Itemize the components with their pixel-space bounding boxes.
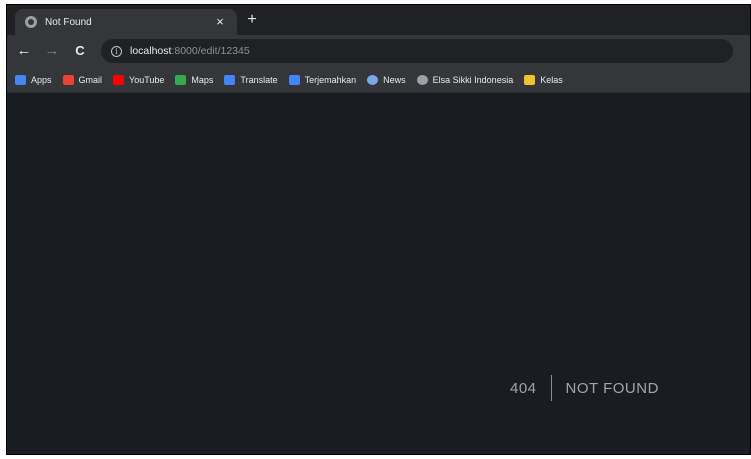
elsa-icon [416, 74, 428, 85]
youtube-icon [113, 74, 125, 85]
tab-strip: Not Found × + [7, 5, 750, 35]
toolbar: ← → C i localhost :8000/edit/12345 [7, 35, 750, 67]
url-path: :8000/edit/12345 [171, 45, 250, 57]
tab-title: Not Found [45, 16, 92, 28]
url-host: localhost [130, 45, 172, 57]
classroom-icon [524, 74, 536, 85]
bookmark-label: Maps [191, 74, 214, 85]
gmail-icon [62, 74, 74, 85]
bookmark-item[interactable]: Kelas [524, 74, 563, 85]
page-content: 404 NOT FOUND [7, 94, 750, 454]
maps-icon [175, 74, 187, 85]
bookmark-item[interactable]: YouTube [113, 74, 165, 85]
bookmark-label: News [383, 74, 406, 85]
status-code: 404 [510, 379, 537, 397]
bookmark-label: Gmail [78, 74, 103, 85]
not-found-message: 404 NOT FOUND [510, 375, 659, 401]
close-icon[interactable]: × [213, 15, 227, 29]
apps-grid-icon [15, 74, 26, 85]
bookmark-label: Kelas [540, 74, 563, 85]
globe-icon [25, 16, 37, 28]
news-icon [367, 74, 379, 85]
bookmark-item[interactable]: Terjemahkan [288, 74, 357, 85]
bookmark-item[interactable]: Maps [175, 74, 214, 85]
translate-icon [224, 74, 236, 85]
status-message: NOT FOUND [565, 379, 659, 397]
browser-window: Not Found × + ← → C i localhost :8000/ed… [6, 4, 751, 455]
bookmark-label: Apps [31, 74, 52, 85]
bookmark-label: Elsa Sikki Indonesia [432, 74, 514, 85]
reload-button[interactable]: C [69, 40, 91, 62]
bookmark-label: Terjemahkan [304, 74, 357, 85]
bookmarks-bar: Apps Gmail YouTube Maps Translate Terjemahkan… [7, 67, 750, 93]
back-button[interactable]: ← [13, 40, 35, 62]
divider [550, 375, 552, 401]
address-bar[interactable]: i localhost :8000/edit/12345 [101, 39, 733, 63]
bookmark-item[interactable]: Elsa Sikki Indonesia [416, 74, 514, 85]
browser-tab[interactable]: Not Found × [15, 9, 237, 35]
bookmark-label: Translate [240, 74, 278, 85]
bookmark-item[interactable]: Translate [224, 74, 278, 85]
new-tab-button[interactable]: + [243, 12, 261, 28]
forward-button[interactable]: → [41, 40, 63, 62]
info-icon[interactable]: i [111, 45, 122, 57]
bookmark-item[interactable]: Gmail [62, 74, 103, 85]
bookmark-item[interactable]: Apps [15, 74, 52, 85]
translate-icon [288, 74, 300, 85]
bookmark-item[interactable]: News [367, 74, 406, 85]
bookmark-label: YouTube [129, 74, 165, 85]
